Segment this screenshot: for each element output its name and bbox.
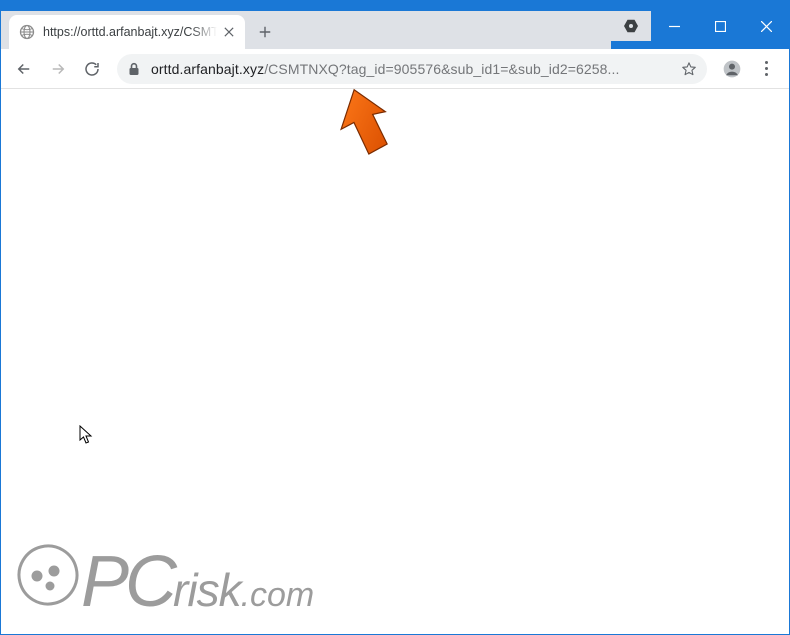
reload-button[interactable] xyxy=(77,54,107,84)
browser-toolbar: orttd.arfanbajt.xyz/CSMTNXQ?tag_id=90557… xyxy=(1,49,789,89)
watermark-logo-icon xyxy=(17,544,79,606)
forward-button[interactable] xyxy=(43,54,73,84)
browser-window: https://orttd.arfanbajt.xyz/CSMTNXQ xyxy=(0,0,790,635)
profile-button[interactable] xyxy=(717,54,747,84)
close-window-button[interactable] xyxy=(743,11,789,41)
tab-title: https://orttd.arfanbajt.xyz/CSMTNXQ xyxy=(43,25,217,39)
url-domain: orttd.arfanbajt.xyz xyxy=(151,61,264,77)
watermark-pc: PC xyxy=(81,546,173,618)
watermark-com: .com xyxy=(241,576,315,615)
url-text: orttd.arfanbajt.xyz/CSMTNXQ?tag_id=90557… xyxy=(151,61,673,77)
bookmark-star-icon[interactable] xyxy=(681,61,697,77)
new-tab-button[interactable] xyxy=(251,18,279,46)
url-path: /CSMTNXQ?tag_id=905576&sub_id1=&sub_id2=… xyxy=(264,61,619,77)
watermark-risk: risk xyxy=(173,563,241,617)
kebab-icon xyxy=(765,61,768,76)
window-titlebar xyxy=(1,1,789,11)
maximize-button[interactable] xyxy=(697,11,743,41)
tab-strip: https://orttd.arfanbajt.xyz/CSMTNXQ xyxy=(1,11,789,49)
back-button[interactable] xyxy=(9,54,39,84)
lock-icon xyxy=(127,62,141,76)
minimize-button[interactable] xyxy=(651,11,697,41)
window-controls xyxy=(611,11,789,49)
address-bar[interactable]: orttd.arfanbajt.xyz/CSMTNXQ?tag_id=90557… xyxy=(117,54,707,84)
globe-icon xyxy=(19,24,35,40)
browser-tab[interactable]: https://orttd.arfanbajt.xyz/CSMTNXQ xyxy=(9,15,245,49)
close-icon[interactable] xyxy=(221,24,237,40)
watermark: PC risk .com xyxy=(17,544,314,618)
extension-icon[interactable] xyxy=(611,11,651,41)
menu-button[interactable] xyxy=(751,54,781,84)
